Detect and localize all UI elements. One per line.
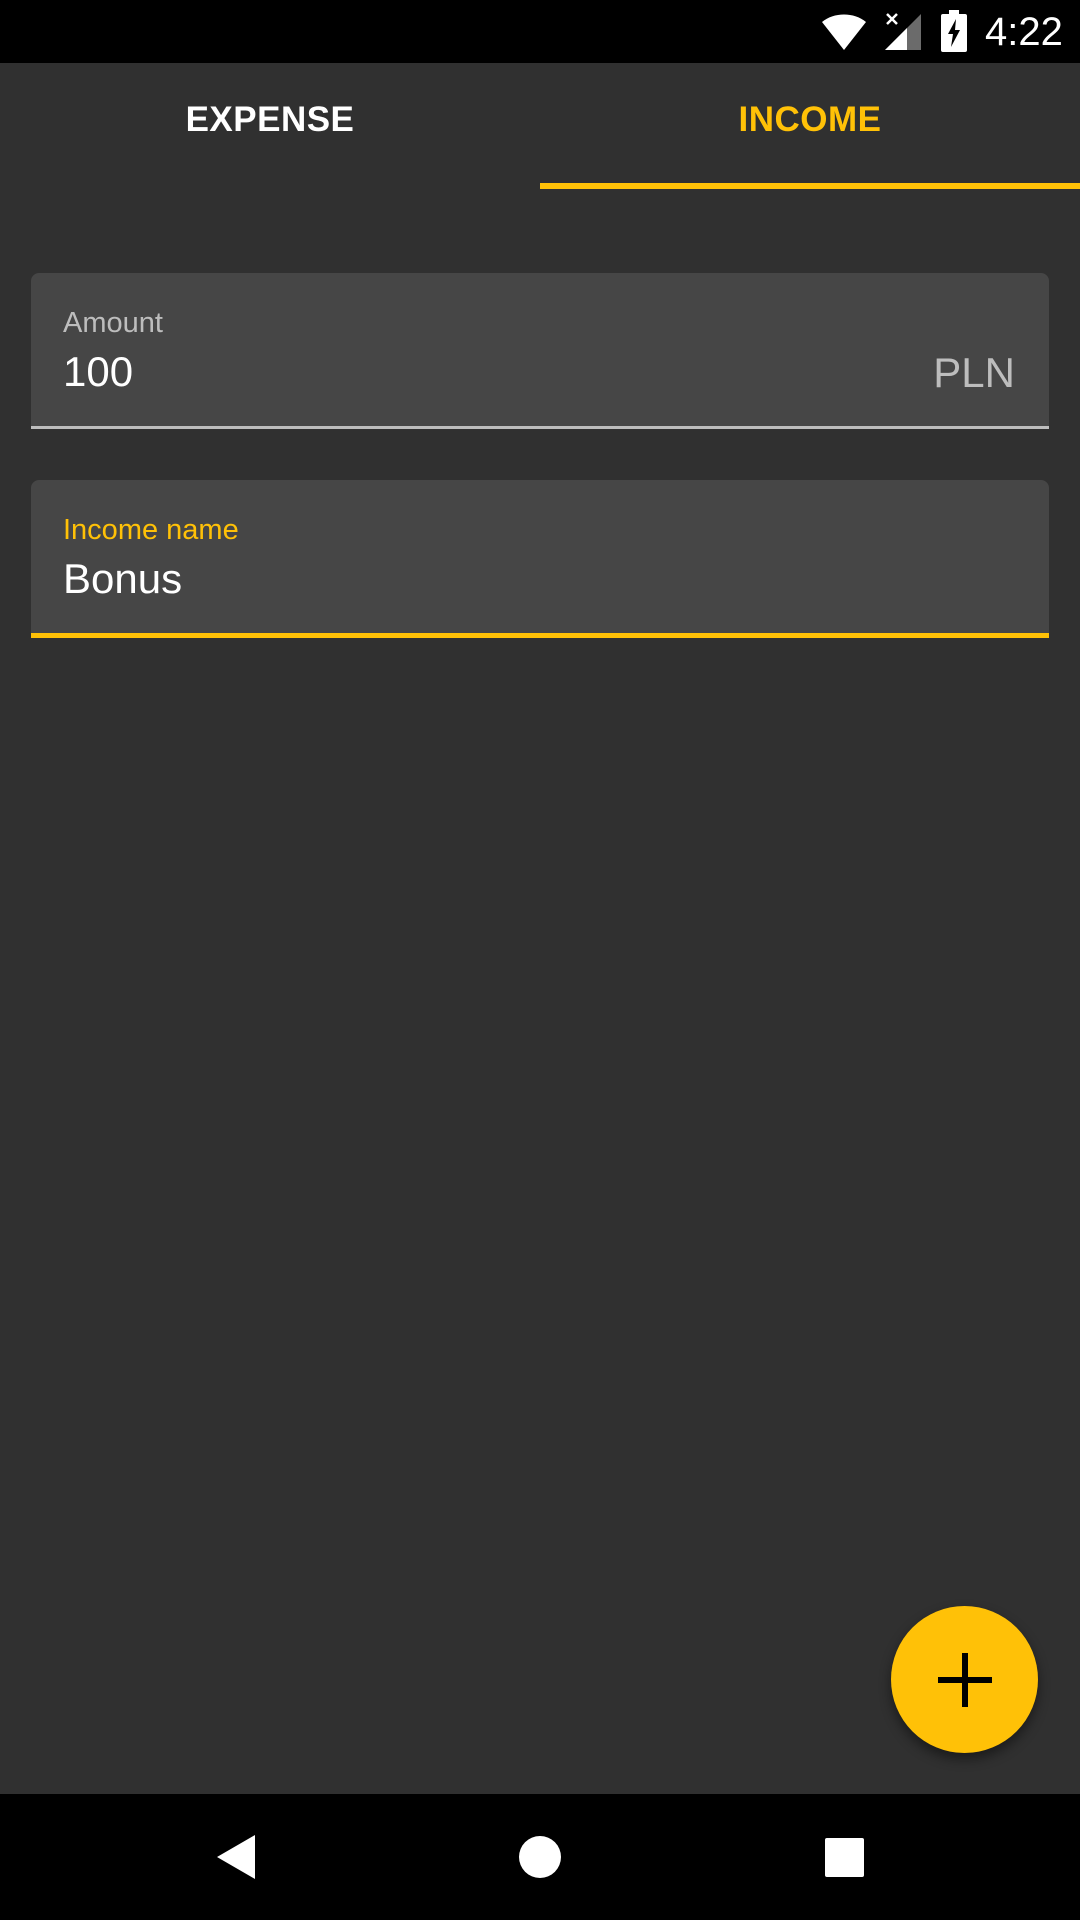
back-icon bbox=[217, 1835, 255, 1879]
currency-suffix: PLN bbox=[933, 349, 1015, 396]
home-icon bbox=[519, 1836, 561, 1878]
status-bar: 4:22 bbox=[0, 0, 1080, 63]
add-transaction-screen: 4:22 EXPENSE INCOME Amount 100 PLN Incom… bbox=[0, 0, 1080, 1920]
income-name-field[interactable]: Income name Bonus bbox=[31, 480, 1049, 638]
recents-button[interactable] bbox=[784, 1794, 904, 1920]
income-name-value[interactable]: Bonus bbox=[63, 555, 182, 603]
tab-income[interactable]: INCOME bbox=[540, 63, 1080, 189]
income-name-label: Income name bbox=[63, 514, 239, 546]
status-time: 4:22 bbox=[985, 10, 1063, 54]
wifi-icon bbox=[822, 14, 866, 50]
amount-field[interactable]: Amount 100 PLN bbox=[31, 273, 1049, 429]
active-tab-indicator bbox=[540, 183, 1080, 189]
battery-charging-icon bbox=[941, 10, 967, 52]
plus-icon bbox=[938, 1653, 992, 1707]
back-button[interactable] bbox=[175, 1794, 295, 1920]
amount-label: Amount bbox=[63, 307, 163, 339]
tab-bar: EXPENSE INCOME bbox=[0, 63, 1080, 189]
cell-signal-icon bbox=[885, 13, 921, 50]
home-button[interactable] bbox=[480, 1794, 600, 1920]
recents-icon bbox=[825, 1838, 864, 1877]
amount-value[interactable]: 100 bbox=[63, 348, 133, 396]
add-button[interactable] bbox=[891, 1606, 1038, 1753]
tab-expense[interactable]: EXPENSE bbox=[0, 63, 540, 189]
navigation-bar bbox=[0, 1794, 1080, 1920]
